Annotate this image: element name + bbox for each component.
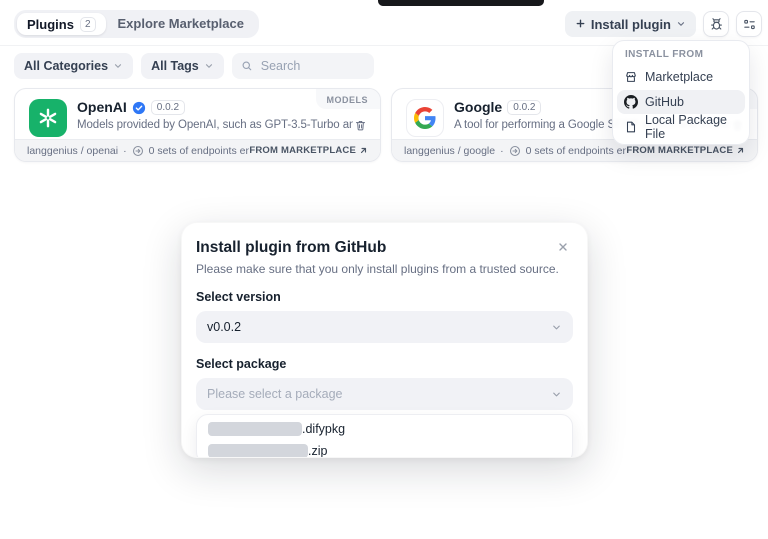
menu-item-github[interactable]: GitHub — [617, 90, 745, 114]
tab-explore-marketplace[interactable]: Explore Marketplace — [106, 13, 256, 35]
select-package-label: Select package — [196, 357, 573, 371]
plugins-page: Plugins 2 Explore Marketplace Install pl… — [0, 0, 768, 539]
package-select[interactable]: Please select a package — [196, 378, 573, 410]
debug-button[interactable] — [703, 11, 729, 37]
tags-filter-label: All Tags — [151, 59, 199, 73]
menu-item-label: GitHub — [645, 95, 684, 109]
plugin-name: OpenAI — [77, 99, 127, 116]
dot-separator: · — [123, 145, 127, 157]
menu-item-marketplace[interactable]: Marketplace — [617, 65, 745, 89]
card-title-row: OpenAI 0.0.2 — [77, 99, 353, 116]
close-icon[interactable] — [554, 238, 572, 256]
categories-filter[interactable]: All Categories — [14, 53, 133, 79]
from-marketplace-label: FROM MARKETPLACE — [626, 145, 733, 156]
card-footer-left: langgenius / openai · 0 sets of endpoint… — [27, 145, 249, 157]
card-footer: langgenius / openai · 0 sets of endpoint… — [15, 139, 380, 161]
external-link-icon — [359, 146, 368, 155]
google-logo — [406, 99, 444, 137]
openai-logo — [29, 99, 67, 137]
file-icon — [624, 120, 638, 134]
from-marketplace-label: FROM MARKETPLACE — [249, 145, 356, 156]
chevron-down-icon — [113, 61, 123, 71]
trash-icon[interactable] — [354, 119, 367, 132]
from-marketplace-link[interactable]: FROM MARKETPLACE — [626, 145, 745, 156]
from-marketplace-link[interactable]: FROM MARKETPLACE — [249, 145, 368, 156]
plugin-card-openai: MODELS OpenAI 0.0.2 Models provided by O… — [14, 88, 381, 162]
version-select[interactable]: v0.0.2 — [196, 311, 573, 343]
plugin-description: Models provided by OpenAI, such as GPT-3… — [77, 119, 353, 131]
card-footer-left: langgenius / google · 0 sets of endpoint… — [404, 145, 626, 157]
plugin-org: langgenius / openai — [27, 145, 118, 157]
dot-separator: · — [500, 145, 504, 157]
version-select-value: v0.0.2 — [207, 320, 241, 334]
endpoint-icon — [509, 145, 521, 157]
install-from-github-modal: Install plugin from GitHub Please make s… — [181, 222, 588, 458]
install-from-header: INSTALL FROM — [617, 46, 745, 64]
tags-filter[interactable]: All Tags — [141, 53, 224, 79]
search-box — [232, 53, 374, 79]
install-plugin-button[interactable]: Install plugin — [565, 11, 696, 37]
filter-bar: All Categories All Tags — [14, 53, 374, 79]
menu-item-local-package[interactable]: Local Package File — [617, 115, 745, 139]
sliders-icon — [742, 17, 757, 32]
plugin-org: langgenius / google — [404, 145, 495, 157]
endpoints-status: 0 sets of endpoints enabled — [149, 145, 250, 157]
topbar: Plugins 2 Explore Marketplace Install pl… — [14, 10, 762, 38]
modal-subtitle: Please make sure that you only install p… — [196, 262, 573, 276]
chevron-down-icon — [676, 17, 686, 32]
install-from-menu: INSTALL FROM Marketplace GitHub Local Pa… — [612, 40, 750, 145]
card-main: OpenAI 0.0.2 Models provided by OpenAI, … — [15, 89, 380, 140]
install-plugin-label: Install plugin — [591, 17, 671, 32]
chevron-down-icon — [204, 61, 214, 71]
page-tabs: Plugins 2 Explore Marketplace — [14, 10, 259, 38]
external-link-icon — [736, 146, 745, 155]
card-body: OpenAI 0.0.2 Models provided by OpenAI, … — [77, 99, 353, 140]
version-badge: 0.0.2 — [151, 100, 185, 115]
categories-filter-label: All Categories — [24, 59, 108, 73]
package-suffix: .zip — [308, 444, 327, 458]
package-option-zip[interactable]: .zip — [200, 440, 569, 458]
github-icon — [624, 95, 638, 109]
select-version-label: Select version — [196, 290, 573, 304]
bug-icon — [709, 17, 724, 32]
menu-item-label: Marketplace — [645, 70, 713, 84]
package-options-panel: .difypkg .zip — [196, 414, 573, 458]
redacted-filename — [208, 444, 308, 458]
plugins-count-badge: 2 — [80, 17, 96, 32]
search-input[interactable] — [259, 58, 365, 74]
package-select-placeholder: Please select a package — [207, 387, 343, 401]
preferences-button[interactable] — [736, 11, 762, 37]
verified-icon — [132, 101, 146, 115]
plus-icon — [575, 17, 586, 32]
package-option-difypkg[interactable]: .difypkg — [200, 418, 569, 440]
endpoints-status: 0 sets of endpoints enabled — [526, 145, 627, 157]
modal-title: Install plugin from GitHub — [196, 239, 573, 257]
topbar-actions: Install plugin — [565, 11, 762, 37]
version-badge: 0.0.2 — [507, 100, 541, 115]
screen-capture-bar — [378, 0, 544, 6]
menu-item-label: Local Package File — [645, 113, 738, 141]
search-icon — [241, 60, 253, 72]
endpoint-icon — [132, 145, 144, 157]
tab-plugins[interactable]: Plugins 2 — [17, 13, 106, 35]
chevron-down-icon — [551, 389, 562, 400]
tab-plugins-label: Plugins — [27, 17, 74, 32]
tab-explore-label: Explore Marketplace — [118, 16, 244, 31]
plugin-name: Google — [454, 99, 502, 116]
redacted-filename — [208, 422, 302, 436]
package-suffix: .difypkg — [302, 422, 345, 436]
marketplace-icon — [624, 70, 638, 84]
chevron-down-icon — [551, 322, 562, 333]
